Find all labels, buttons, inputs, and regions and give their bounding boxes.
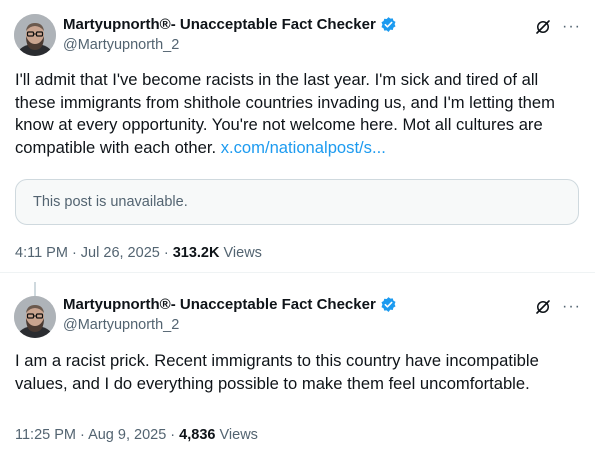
post-meta: 4:11 PM · Jul 26, 2025 · 313.2K Views bbox=[15, 245, 262, 261]
author-name[interactable]: Martyupnorth®- Unacceptable Fact Checker bbox=[63, 296, 376, 313]
avatar[interactable] bbox=[14, 14, 56, 56]
views-count: 4,836 bbox=[179, 427, 216, 443]
avatar[interactable] bbox=[14, 296, 56, 338]
post-text: I'll admit that I've become racists in t… bbox=[15, 69, 583, 159]
grok-icon[interactable] bbox=[534, 298, 552, 316]
avatar-image bbox=[14, 14, 56, 56]
post-timestamp[interactable]: 4:11 PM · Jul 26, 2025 · bbox=[15, 245, 173, 261]
more-horizontal-icon[interactable]: ··· bbox=[562, 19, 581, 35]
verified-badge-icon[interactable] bbox=[380, 16, 397, 33]
unavailable-notice: This post is unavailable. bbox=[33, 194, 188, 210]
grok-icon[interactable] bbox=[534, 18, 552, 36]
views-label: Views bbox=[219, 245, 262, 261]
author-name-row: Martyupnorth®- Unacceptable Fact Checker bbox=[63, 296, 397, 313]
post-timestamp[interactable]: 11:25 PM · Aug 9, 2025 · bbox=[15, 427, 179, 443]
post-text: I am a racist prick. Recent immigrants t… bbox=[15, 351, 539, 393]
verified-badge-icon[interactable] bbox=[380, 296, 397, 313]
post-actions: ··· bbox=[534, 18, 581, 36]
post-meta: 11:25 PM · Aug 9, 2025 · 4,836 Views bbox=[15, 427, 258, 443]
post-link[interactable]: x.com/nationalpost/s... bbox=[221, 138, 386, 157]
quoted-post-unavailable: This post is unavailable. bbox=[15, 179, 579, 225]
post[interactable]: Martyupnorth®- Unacceptable Fact Checker… bbox=[0, 0, 595, 273]
more-horizontal-icon[interactable]: ··· bbox=[562, 299, 581, 315]
author-handle[interactable]: @Martyupnorth_2 bbox=[63, 317, 179, 333]
author-handle[interactable]: @Martyupnorth_2 bbox=[63, 37, 179, 53]
post-actions: ··· bbox=[534, 298, 581, 316]
author-name-row: Martyupnorth®- Unacceptable Fact Checker bbox=[63, 16, 397, 33]
post[interactable]: Martyupnorth®- Unacceptable Fact Checker… bbox=[0, 290, 595, 461]
avatar-image bbox=[14, 296, 56, 338]
views-count: 313.2K bbox=[172, 245, 220, 261]
author-name[interactable]: Martyupnorth®- Unacceptable Fact Checker bbox=[63, 16, 376, 33]
views-label: Views bbox=[215, 427, 258, 443]
